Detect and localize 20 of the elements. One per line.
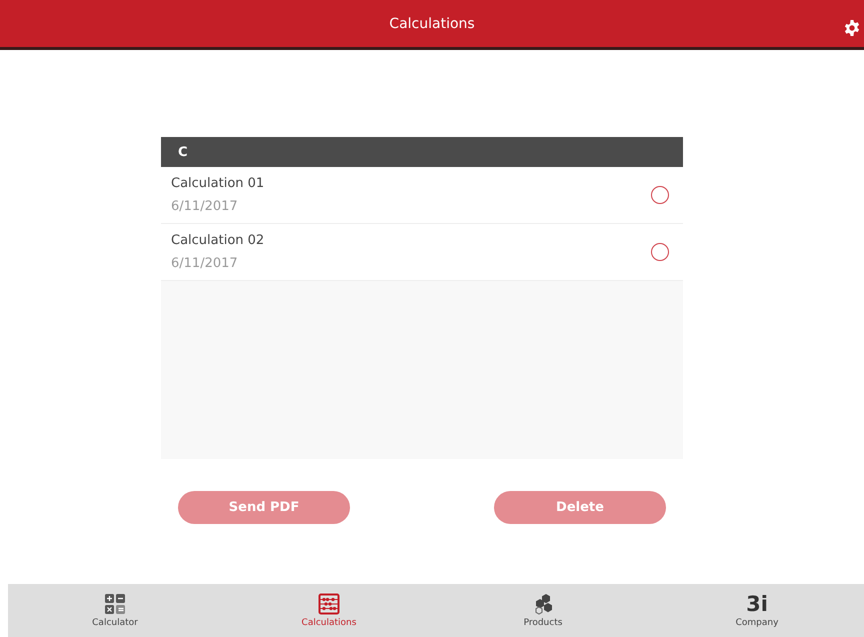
tab[interactable]: Products <box>436 584 650 637</box>
item-name: Calculation 01 <box>171 176 266 191</box>
section-header: C <box>161 137 683 167</box>
radio-button[interactable] <box>651 243 669 261</box>
item-date: 6/11/2017 <box>171 199 239 214</box>
tab[interactable]: Calculations <box>222 584 436 637</box>
tab[interactable]: 3i Company <box>650 584 864 637</box>
tab-label: Calculations <box>302 618 356 628</box>
screen-title: Calculations <box>389 16 475 32</box>
settings-icon[interactable] <box>844 20 860 36</box>
tab-label: Company <box>736 618 778 628</box>
abacus-icon <box>318 593 340 615</box>
tab-label: Calculator <box>92 618 138 628</box>
calculator-icon <box>104 593 126 615</box>
tab-label: Products <box>524 618 562 628</box>
radio-button[interactable] <box>651 186 669 204</box>
company-logo: 3i <box>746 593 768 615</box>
item-date: 6/11/2017 <box>171 256 239 271</box>
tab[interactable]: Calculator <box>8 584 222 637</box>
item-name: Calculation 02 <box>171 233 266 248</box>
